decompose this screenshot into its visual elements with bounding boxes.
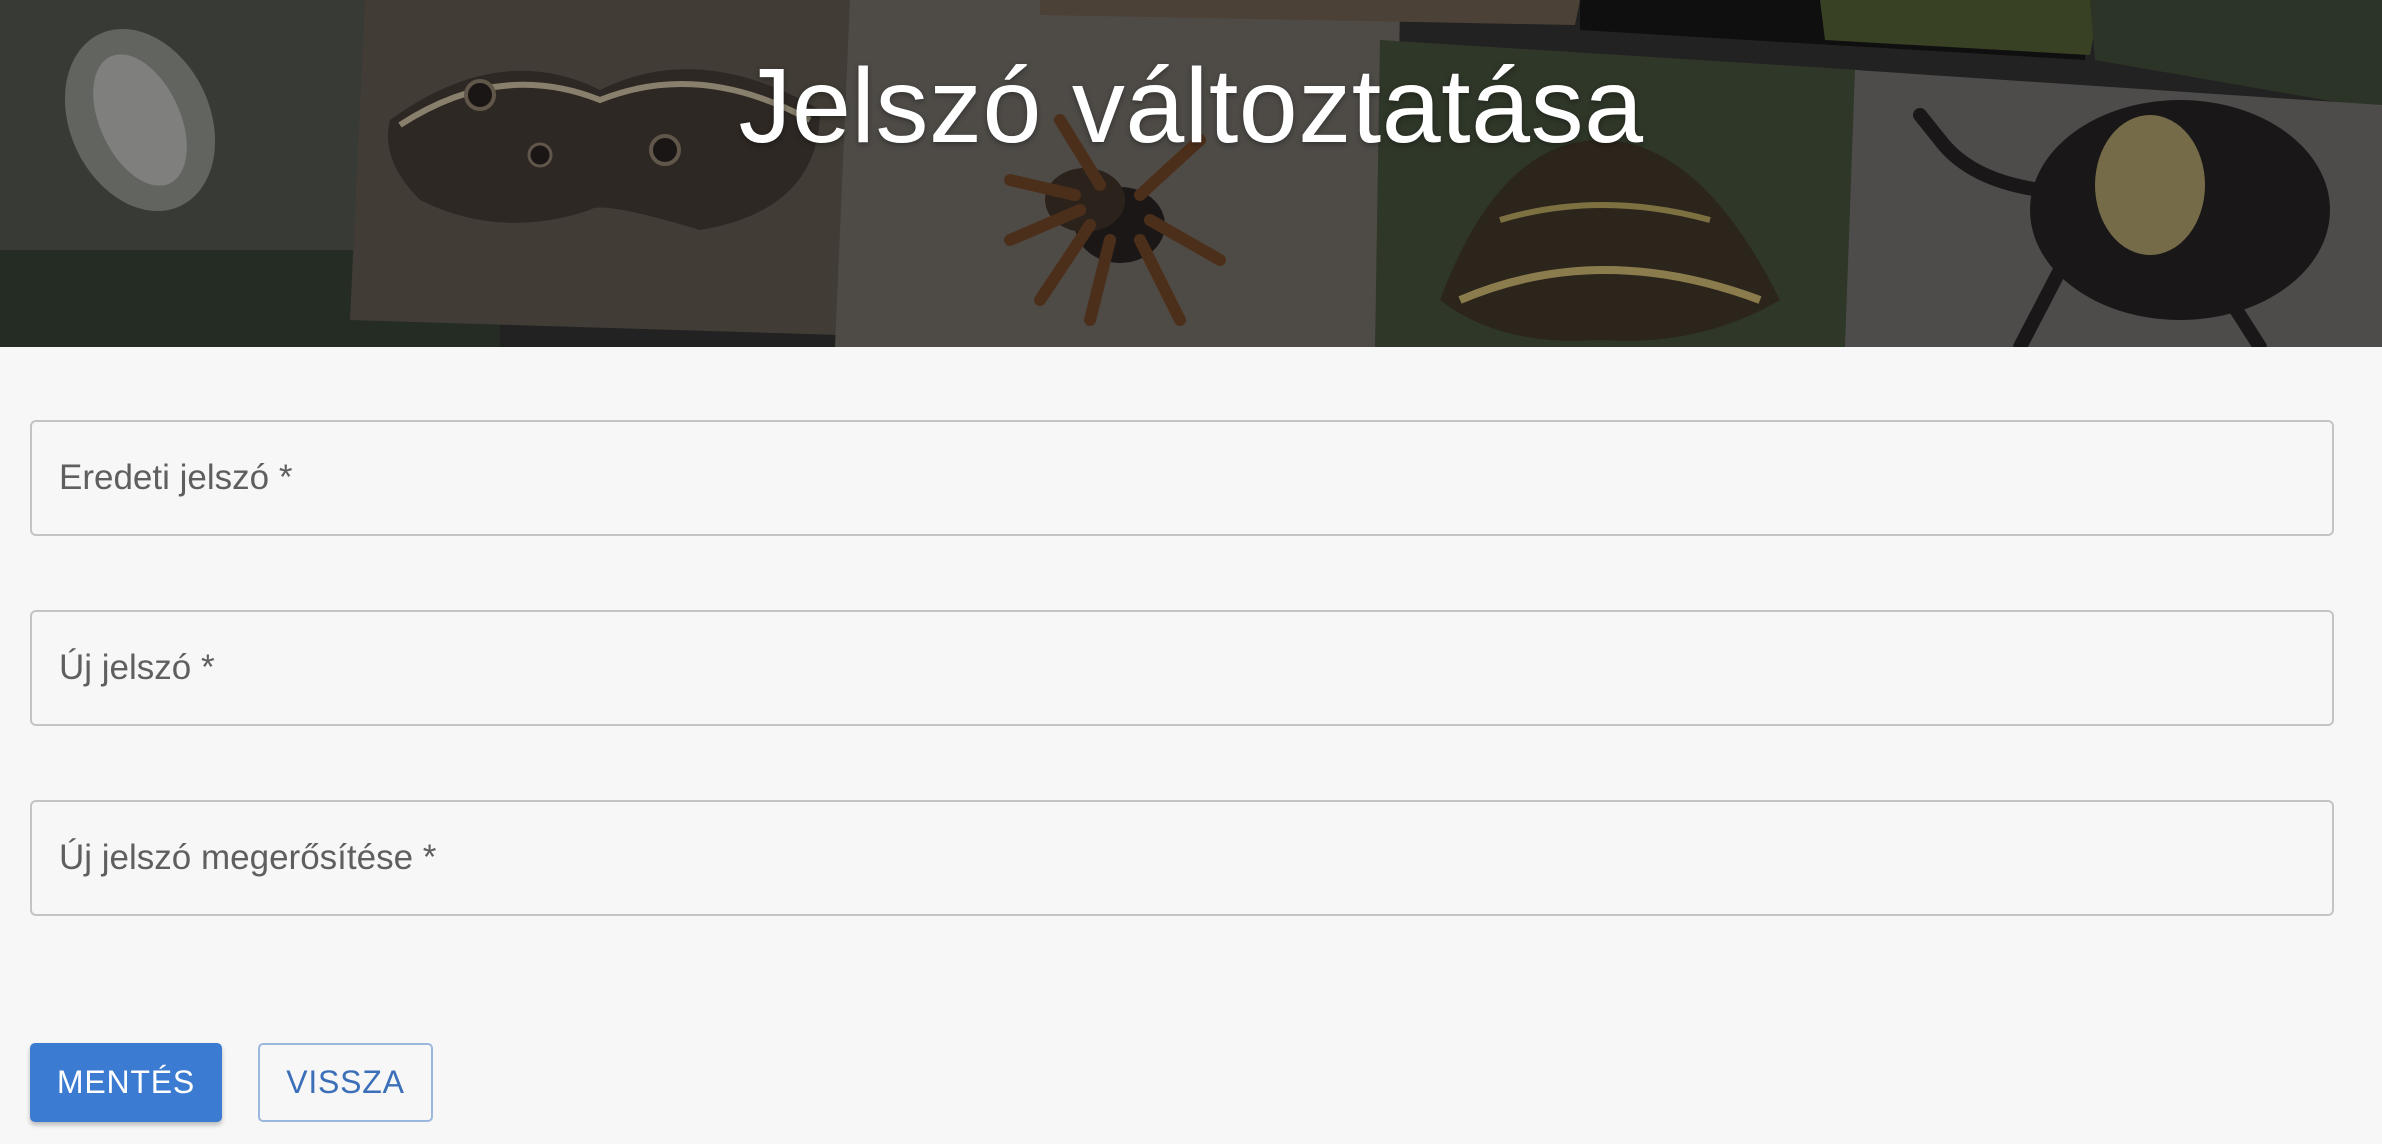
new-password-input[interactable] bbox=[32, 612, 2332, 724]
page-title: Jelszó változtatása bbox=[738, 47, 1644, 165]
header-banner: Jelszó változtatása bbox=[0, 0, 2382, 347]
original-password-input[interactable] bbox=[32, 422, 2332, 534]
original-password-field[interactable]: Eredeti jelszó * bbox=[30, 420, 2334, 536]
back-button[interactable]: VISSZA bbox=[258, 1043, 433, 1122]
confirm-new-password-input[interactable] bbox=[32, 802, 2332, 914]
confirm-new-password-field[interactable]: Új jelszó megerősítése * bbox=[30, 800, 2334, 916]
save-button[interactable]: MENTÉS bbox=[30, 1043, 222, 1122]
new-password-field[interactable]: Új jelszó * bbox=[30, 610, 2334, 726]
